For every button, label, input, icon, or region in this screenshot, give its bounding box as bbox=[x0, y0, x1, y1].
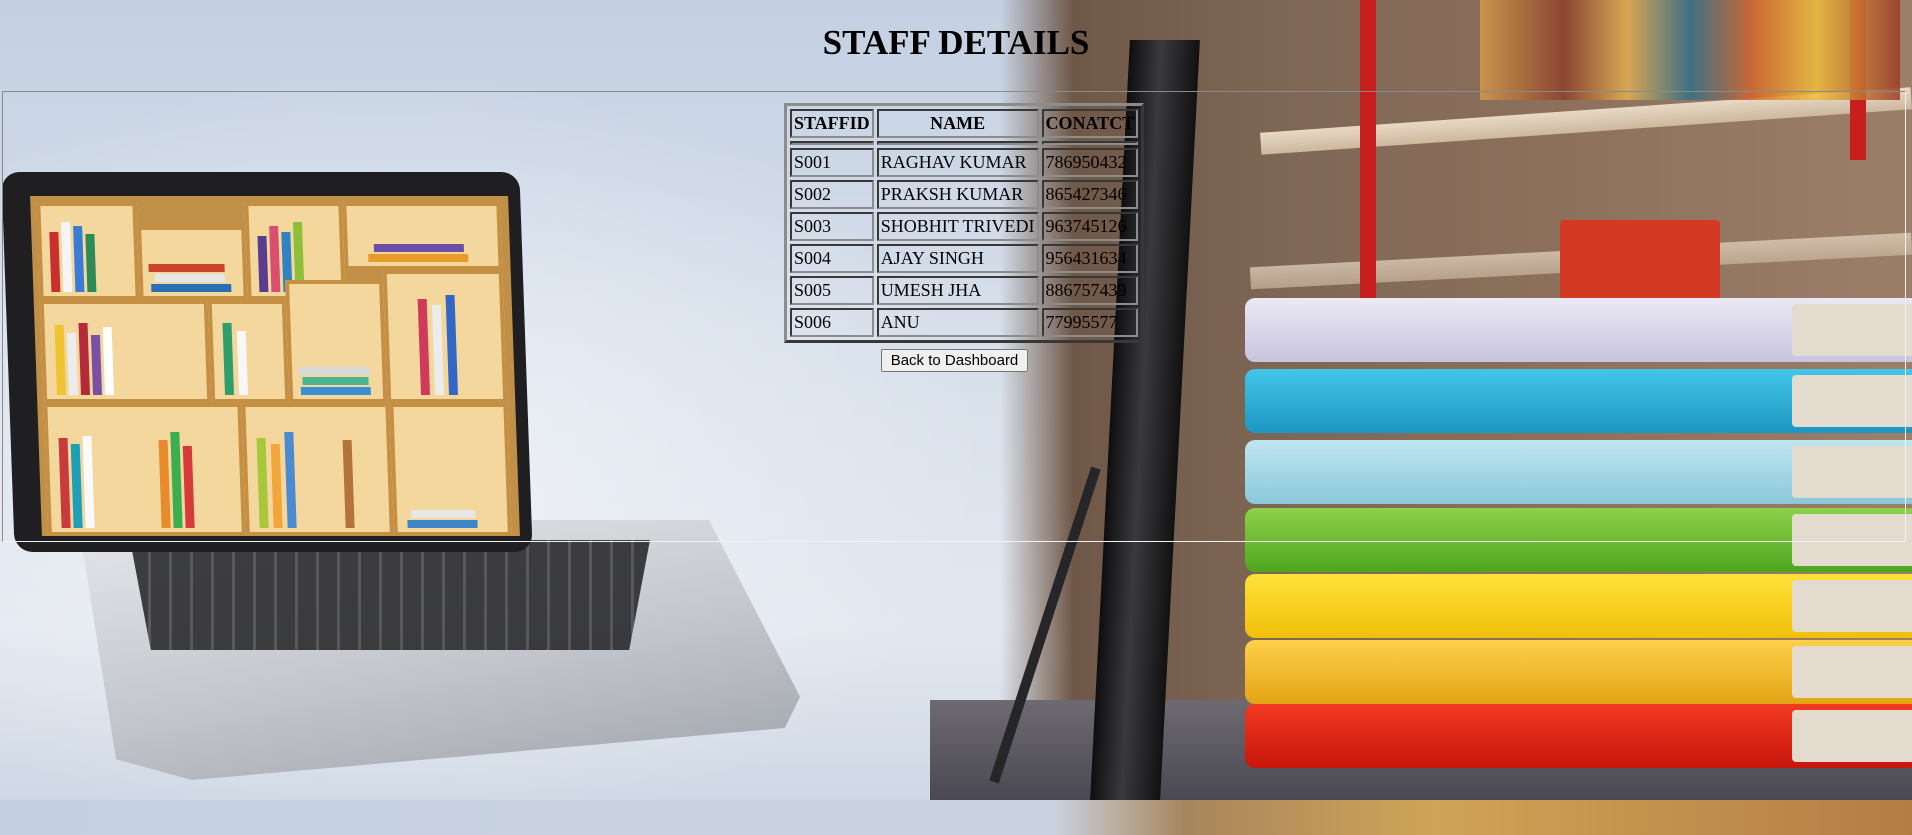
cell-contact: 865427346 bbox=[1041, 180, 1139, 209]
column-header-contact: CONATCT bbox=[1041, 109, 1139, 138]
cell-name: AJAY SINGH bbox=[876, 244, 1039, 273]
spacer-cell bbox=[1041, 141, 1139, 145]
table-header-row: STAFFID NAME CONATCT bbox=[790, 109, 1139, 138]
cell-contact: 786950432 bbox=[1041, 148, 1139, 177]
cell-staffid: S002 bbox=[790, 180, 874, 209]
cell-contact: 77995577 bbox=[1041, 308, 1139, 337]
cell-contact: 956431634 bbox=[1041, 244, 1139, 273]
stack-book-yellow bbox=[1245, 574, 1912, 638]
stack-book-red bbox=[1245, 704, 1912, 768]
cell-name: SHOBHIT TRIVEDI bbox=[876, 212, 1039, 241]
table-row: S006 ANU 77995577 bbox=[790, 308, 1139, 337]
cell-name: UMESH JHA bbox=[876, 276, 1039, 305]
page-title: STAFF DETAILS bbox=[822, 23, 1090, 62]
staff-table: STAFFID NAME CONATCT S001 RAGHAV KUMAR 7… bbox=[784, 103, 1145, 343]
back-to-dashboard-button[interactable]: Back to Dashboard bbox=[881, 349, 1028, 372]
table-row: S004 AJAY SINGH 956431634 bbox=[790, 244, 1139, 273]
table-row: S001 RAGHAV KUMAR 786950432 bbox=[790, 148, 1139, 177]
cell-staffid: S006 bbox=[790, 308, 874, 337]
cell-contact: 963745126 bbox=[1041, 212, 1139, 241]
spacer-cell bbox=[790, 141, 874, 145]
spacer-cell bbox=[876, 141, 1039, 145]
laptop-keyboard bbox=[130, 540, 650, 650]
cell-name: PRAKSH KUMAR bbox=[876, 180, 1039, 209]
bottom-strip bbox=[0, 800, 1912, 835]
column-header-staffid: STAFFID bbox=[790, 109, 874, 138]
column-header-name: NAME bbox=[876, 109, 1039, 138]
table-spacer-row bbox=[790, 141, 1139, 145]
cell-name: ANU bbox=[876, 308, 1039, 337]
cell-staffid: S001 bbox=[790, 148, 874, 177]
table-row: S002 PRAKSH KUMAR 865427346 bbox=[790, 180, 1139, 209]
cell-staffid: S005 bbox=[790, 276, 874, 305]
cell-name: RAGHAV KUMAR bbox=[876, 148, 1039, 177]
cell-contact: 886757439 bbox=[1041, 276, 1139, 305]
table-row: S003 SHOBHIT TRIVEDI 963745126 bbox=[790, 212, 1139, 241]
table-row: S005 UMESH JHA 886757439 bbox=[790, 276, 1139, 305]
cell-staffid: S004 bbox=[790, 244, 874, 273]
cell-staffid: S003 bbox=[790, 212, 874, 241]
stack-book-amber bbox=[1245, 640, 1912, 704]
